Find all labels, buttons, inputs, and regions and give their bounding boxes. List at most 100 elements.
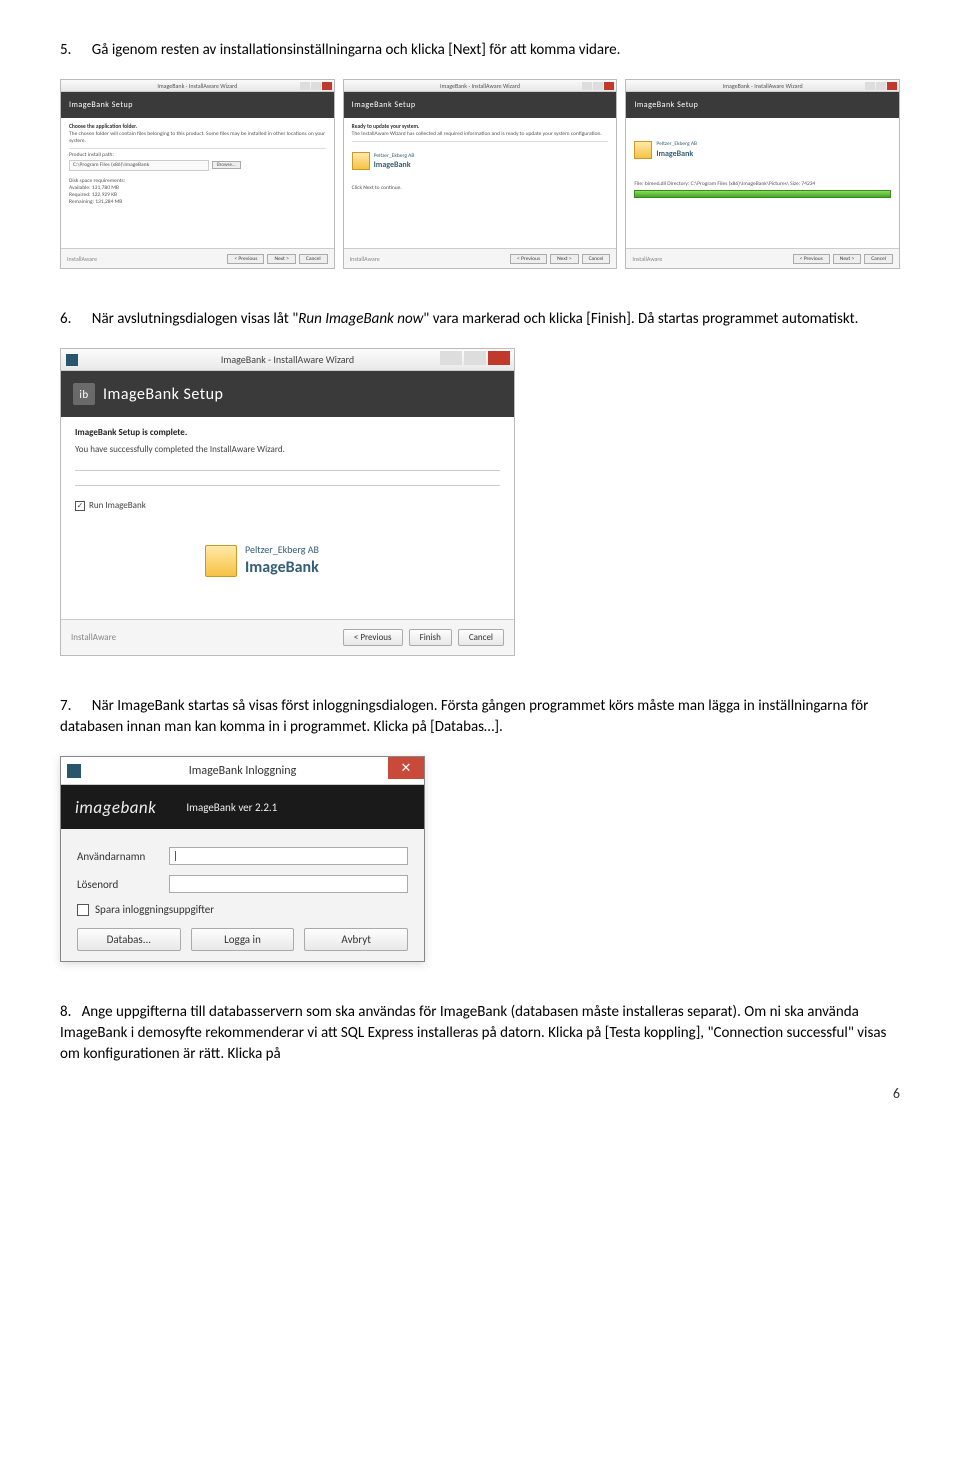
page-number: 6 (60, 1085, 900, 1102)
next-button[interactable]: Next > (833, 254, 861, 264)
big-banner: ib ImageBank Setup (61, 371, 514, 417)
mini3-body: Peltzer_Ekberg AB ImageBank File: bimesL… (626, 118, 899, 248)
minimize-icon[interactable] (300, 82, 310, 90)
mini1-sys-buttons (300, 82, 332, 90)
mini2-brand: Peltzer_Ekberg AB ImageBank (352, 152, 609, 170)
mini1-disk-remaining: Remaining: 131,284 MB (69, 199, 326, 206)
mini3-title-text: ImageBank - InstallAware Wizard (723, 82, 803, 90)
login-version: ImageBank ver 2.2.1 (186, 801, 277, 814)
mini1-footer: InstallAware < Previous Next > Cancel (61, 248, 334, 268)
mini2-titlebar: ImageBank - InstallAware Wizard (344, 80, 617, 92)
mini1-path-field[interactable]: C:\Program Files (x86)\ImageBank (69, 160, 209, 171)
mini3-brand-main: ImageBank (656, 149, 697, 159)
big-sys-buttons (440, 351, 510, 365)
password-field[interactable] (169, 875, 408, 893)
minimize-icon[interactable] (582, 82, 592, 90)
username-label: Användarnamn (77, 850, 169, 863)
minimize-icon[interactable] (440, 351, 462, 365)
mini2-footer: InstallAware < Previous Next > Cancel (344, 248, 617, 268)
big-title-text: ImageBank - InstallAware Wizard (221, 353, 354, 366)
close-icon[interactable] (887, 82, 897, 90)
close-icon[interactable] (322, 82, 332, 90)
cancel-button[interactable]: Cancel (458, 629, 504, 646)
mini1-disk-available: Available: 131,780 MB (69, 185, 326, 192)
mini2-sys-buttons (582, 82, 614, 90)
login-buttons: Databas... Logga in Avbryt (77, 928, 408, 951)
run-imagebank-checkbox[interactable]: ✓ Run ImageBank (75, 500, 500, 513)
installer-thumb-3: ImageBank - InstallAware Wizard ImageBan… (625, 79, 900, 269)
mini2-head: Ready to update your system. (352, 124, 609, 131)
mini1-desc: The chosen folder will contain files bel… (69, 131, 326, 145)
finish-button[interactable]: Finish (409, 629, 452, 646)
mini3-brand-top: Peltzer_Ekberg AB (656, 141, 697, 148)
step-5-body: Gå igenom resten av installationsinställ… (92, 41, 621, 59)
cancel-button[interactable]: Avbryt (304, 928, 408, 951)
save-credentials-checkbox[interactable]: Spara inloggningsuppgifter (77, 903, 408, 916)
cancel-button[interactable]: Cancel (299, 254, 328, 264)
next-button[interactable]: Next > (267, 254, 295, 264)
login-logo: imagebank (75, 797, 156, 818)
mini3-banner: ImageBank Setup (626, 92, 899, 118)
mini1-head: Choose the application folder. (69, 124, 326, 131)
folder-icon (352, 152, 370, 170)
run-imagebank-label: Run ImageBank (89, 500, 146, 513)
big-head: ImageBank Setup is complete. (75, 427, 500, 440)
cancel-button[interactable]: Cancel (864, 254, 893, 264)
mini2-body: Ready to update your system. The Install… (344, 118, 617, 248)
step-7-body: När ImageBank startas så visas först inl… (60, 697, 868, 736)
mini1-disk-required: Required: 122,929 KB (69, 192, 326, 199)
previous-button[interactable]: < Previous (793, 254, 830, 264)
app-icon (67, 764, 81, 778)
checkbox-icon (77, 904, 89, 916)
close-icon[interactable]: ✕ (388, 757, 424, 779)
step-5-text: 5. Gå igenom resten av installationsinst… (60, 40, 900, 61)
previous-button[interactable]: < Previous (343, 629, 403, 646)
mini1-foot-left: InstallAware (67, 255, 97, 263)
mini2-foot-left: InstallAware (350, 255, 380, 263)
mini2-title-text: ImageBank - InstallAware Wizard (440, 82, 520, 90)
close-icon[interactable] (488, 351, 510, 365)
save-credentials-label: Spara inloggningsuppgifter (95, 903, 214, 916)
big-footer: InstallAware < Previous Finish Cancel (61, 619, 514, 655)
installer-thumb-2: ImageBank - InstallAware Wizard ImageBan… (343, 79, 618, 269)
mini3-titlebar: ImageBank - InstallAware Wizard (626, 80, 899, 92)
step-6-italic: Run ImageBank now (298, 310, 423, 328)
big-brand-top: Peltzer_Ekberg AB (245, 543, 319, 557)
mini1-titlebar: ImageBank - InstallAware Wizard (61, 80, 334, 92)
login-row-password: Lösenord (77, 875, 408, 893)
browse-button[interactable]: Browse... (212, 161, 241, 170)
big-body: ImageBank Setup is complete. You have su… (61, 417, 514, 619)
step-5-num: 5. (60, 41, 71, 59)
mini2-banner: ImageBank Setup (344, 92, 617, 118)
mini3-brand: Peltzer_Ekberg AB ImageBank (634, 141, 891, 159)
folder-icon (634, 141, 652, 159)
maximize-icon[interactable] (876, 82, 886, 90)
maximize-icon[interactable] (593, 82, 603, 90)
installer-finish-window: ImageBank - InstallAware Wizard ib Image… (60, 348, 515, 656)
progress-bar (634, 190, 891, 198)
big-foot-left: InstallAware (71, 632, 116, 643)
cancel-button[interactable]: Cancel (582, 254, 611, 264)
maximize-icon[interactable] (311, 82, 321, 90)
mini1-body: Choose the application folder. The chose… (61, 118, 334, 248)
maximize-icon[interactable] (464, 351, 486, 365)
close-icon[interactable] (604, 82, 614, 90)
login-button[interactable]: Logga in (191, 928, 295, 951)
login-banner: imagebank ImageBank ver 2.2.1 (61, 785, 424, 829)
minimize-icon[interactable] (865, 82, 875, 90)
next-button[interactable]: Next > (550, 254, 578, 264)
big-banner-text: ImageBank Setup (103, 385, 223, 404)
login-body: Användarnamn | Lösenord Spara inloggning… (61, 829, 424, 961)
mini1-path-label: Product install path: (69, 152, 326, 159)
step-6-num: 6. (60, 310, 71, 328)
previous-button[interactable]: < Previous (510, 254, 547, 264)
database-button[interactable]: Databas... (77, 928, 181, 951)
mini3-file-line: File: bimesLdll Directory: C:\Program Fi… (634, 181, 891, 188)
username-field[interactable]: | (169, 847, 408, 865)
big-brand-main: ImageBank (245, 557, 319, 579)
login-title-text: ImageBank Inloggning (189, 764, 296, 778)
previous-button[interactable]: < Previous (227, 254, 264, 264)
step-7-num: 7. (60, 697, 71, 715)
step-8-num: 8. (60, 1003, 71, 1021)
big-titlebar: ImageBank - InstallAware Wizard (61, 349, 514, 371)
